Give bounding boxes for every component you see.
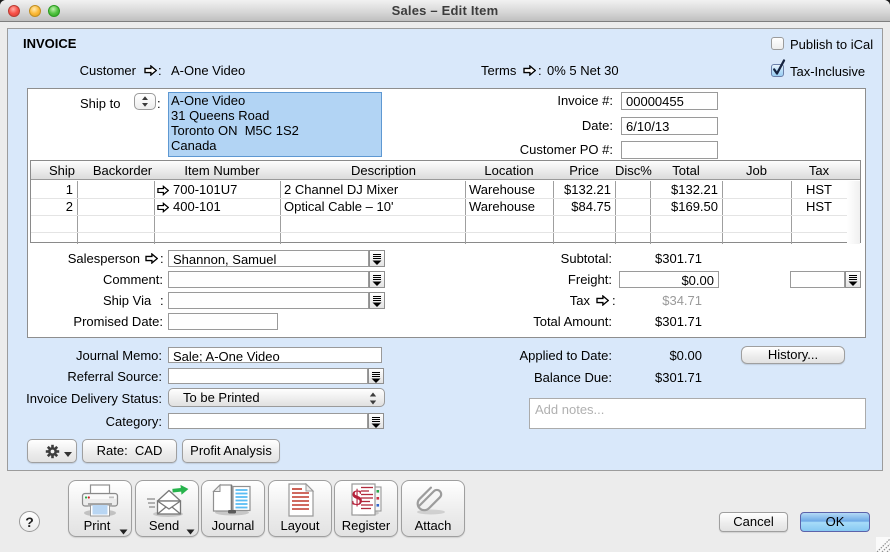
svg-text:$: $ xyxy=(352,485,363,510)
